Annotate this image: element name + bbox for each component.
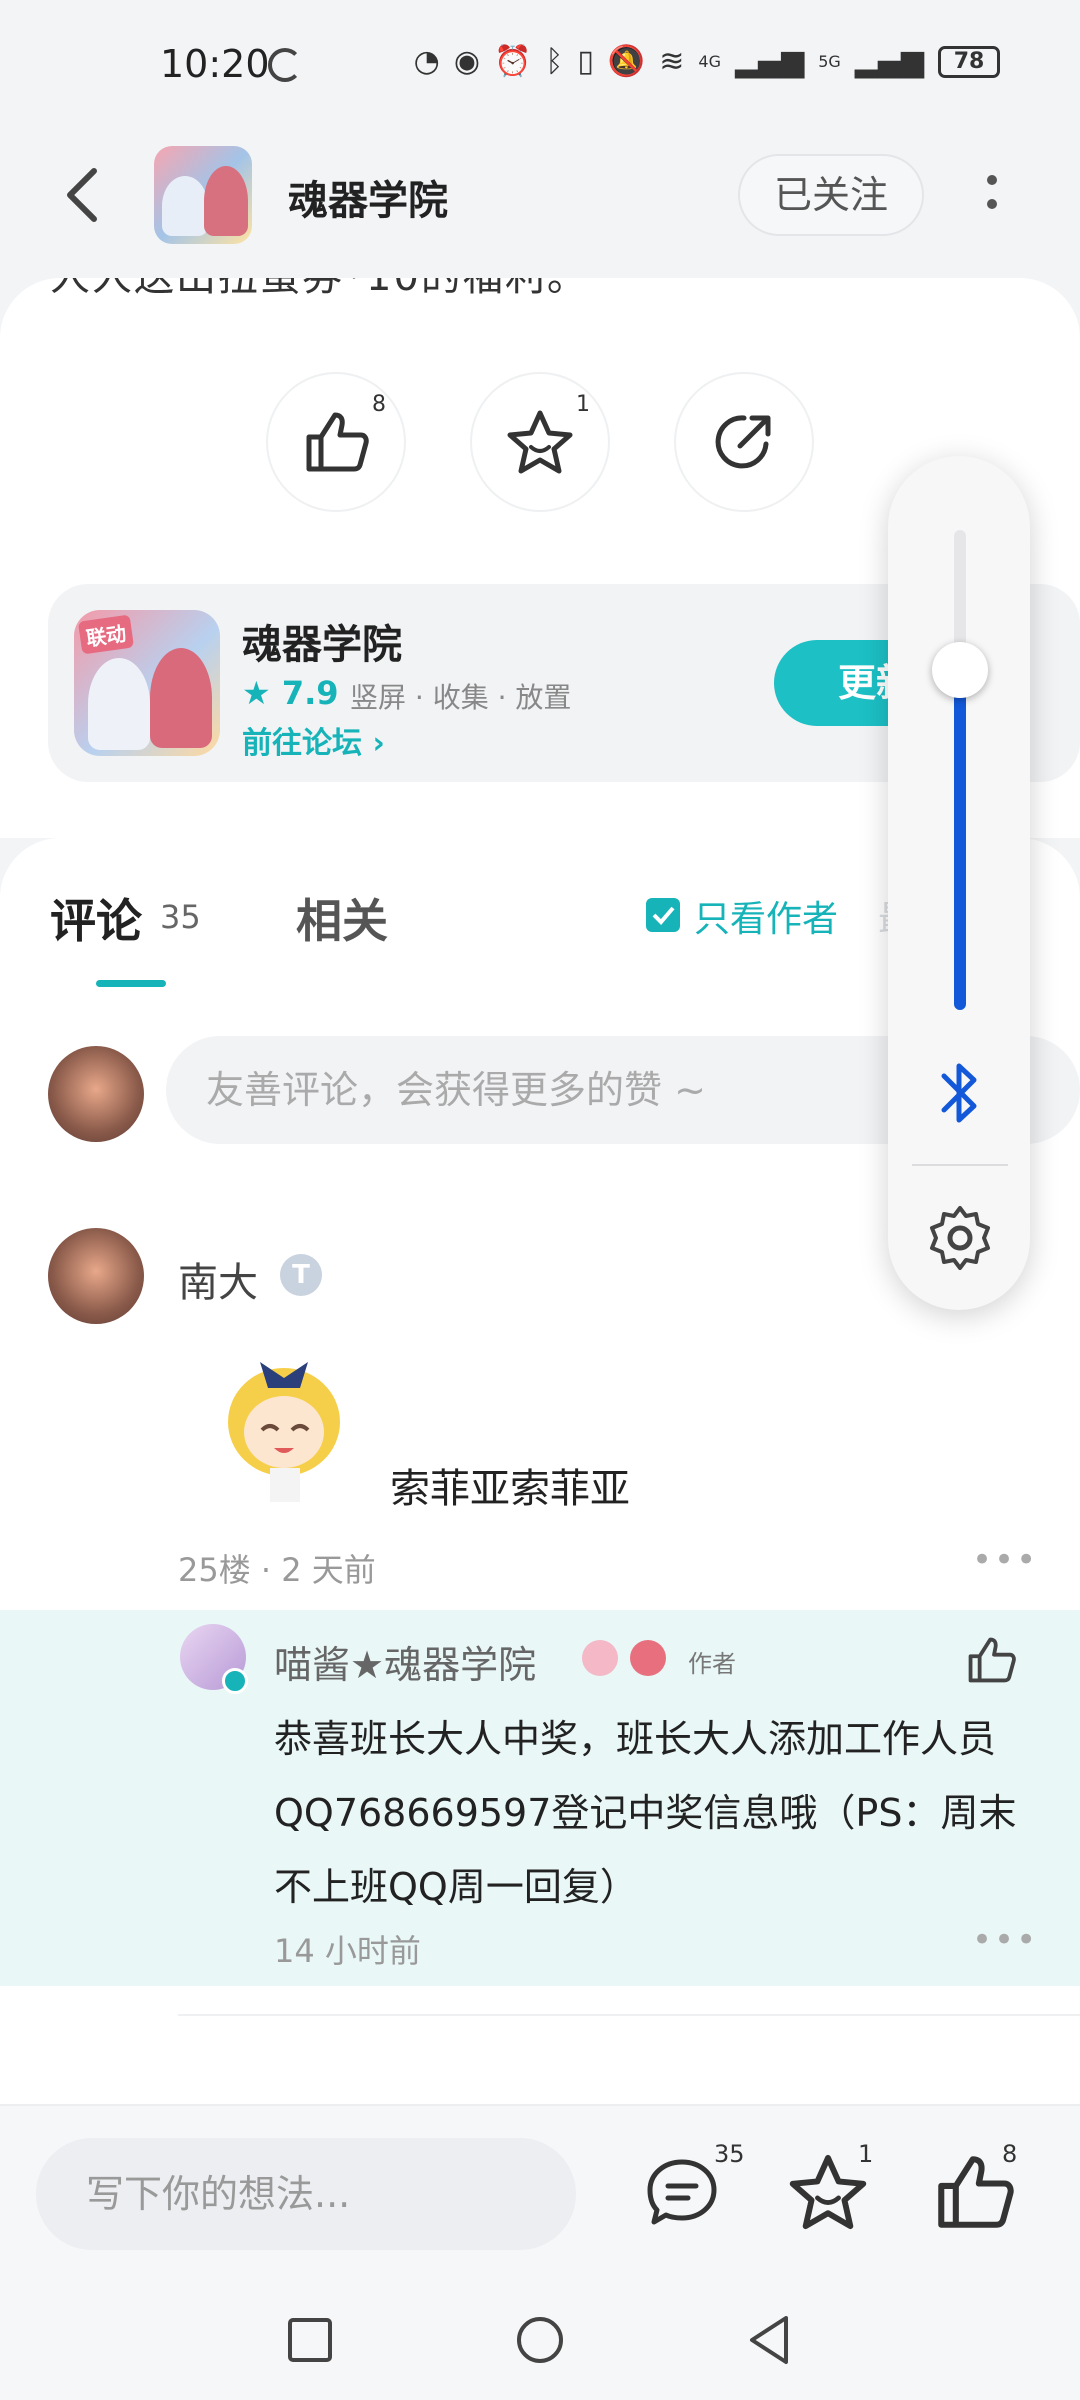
- reply-more-icon[interactable]: •••: [972, 1920, 1038, 1960]
- write-input[interactable]: 写下你的想法...: [36, 2138, 576, 2250]
- network-4g-label: 4G: [698, 52, 721, 71]
- home-icon[interactable]: [510, 2310, 570, 2370]
- like-count: 8: [372, 392, 386, 417]
- tab-comments[interactable]: 评论: [50, 885, 142, 951]
- chevron-right-icon: ›: [372, 726, 385, 761]
- comment-author[interactable]: 南大: [178, 1250, 258, 1308]
- comment-avatar[interactable]: [48, 1228, 144, 1324]
- star-icon: [507, 410, 573, 474]
- rabbit-badge-icon: [582, 1640, 618, 1676]
- sync-icon: [268, 48, 302, 82]
- comment-meta: 25楼 · 2 天前: [178, 1551, 376, 1589]
- bluetooth-icon[interactable]: [934, 1058, 984, 1128]
- header-title: 魂器学院: [288, 178, 448, 224]
- mute-icon: 🔕: [607, 44, 646, 79]
- tab-comments-count: 35: [160, 898, 201, 936]
- vibrate-icon: ▯: [577, 44, 594, 79]
- game-tags: 竖屏 · 收集 · 放置: [350, 681, 572, 714]
- status-icons: ◔ ◉ ⏰ ᛒ ▯ 🔕 ≋ 4G ▂▄▆ 5G ▂▄▆ 78: [414, 44, 1000, 79]
- recent-apps-icon[interactable]: [280, 2310, 340, 2370]
- user-badge: T: [280, 1254, 322, 1296]
- sticker-image: [228, 1362, 340, 1502]
- bottom-like-count: 8: [1002, 2140, 1018, 2168]
- reply-meta: 14 小时前: [274, 1932, 421, 1970]
- battery-icon: 78: [938, 45, 1000, 78]
- game-rating: ★ 7.9: [242, 674, 339, 712]
- author-tag: 作者: [688, 1650, 736, 1678]
- thumbs-up-icon: [306, 412, 369, 472]
- author-only-checkbox[interactable]: [646, 898, 680, 932]
- reply-like-icon[interactable]: [966, 1636, 1016, 1684]
- check-icon: [652, 906, 675, 925]
- share-icon: [715, 415, 771, 469]
- bluetooth-status-icon: ᛒ: [545, 44, 564, 79]
- app-avatar[interactable]: [154, 146, 252, 244]
- signal-icon: ▂▄▆: [734, 44, 805, 79]
- favorite-count: 1: [576, 392, 590, 417]
- alarm-icon: ⏰: [494, 44, 532, 79]
- comment-icon[interactable]: [642, 2152, 722, 2232]
- divider: [178, 2014, 1080, 2016]
- status-time: 10:20: [160, 42, 270, 86]
- settings-gear-icon[interactable]: [926, 1204, 994, 1272]
- favorite-button[interactable]: 1: [470, 372, 610, 512]
- tab-related[interactable]: 相关: [296, 885, 388, 951]
- tab-active-indicator: [96, 980, 166, 987]
- follow-button[interactable]: 已关注: [738, 154, 924, 236]
- more-vertical-icon[interactable]: [980, 170, 1004, 220]
- comment-text: 索菲亚索菲亚: [390, 1466, 630, 1512]
- bottom-favorite-count: 1: [858, 2140, 874, 2168]
- volume-slider-thumb[interactable]: [932, 642, 988, 698]
- signal-icon-2: ▂▄▆: [854, 44, 924, 79]
- bottom-star-icon[interactable]: [788, 2152, 868, 2232]
- back-nav-icon[interactable]: [740, 2310, 800, 2370]
- status-bar: 10:20 ◔ ◉ ⏰ ᛒ ▯ 🔕 ≋ 4G ▂▄▆ 5G ▂▄▆ 78: [0, 0, 1080, 130]
- volume-slider-fill: [954, 672, 966, 1010]
- share-button[interactable]: [674, 372, 814, 512]
- level-badge-icon: [630, 1640, 666, 1676]
- reply-text: 恭喜班长大人中奖，班长大人添加工作人员QQ768669597登记中奖信息哦（PS…: [274, 1717, 1017, 1909]
- like-button[interactable]: 8: [266, 372, 406, 512]
- eye-icon: ◉: [453, 44, 481, 79]
- back-arrow-icon[interactable]: [58, 165, 108, 225]
- bottom-comment-count: 35: [714, 2140, 745, 2168]
- game-name: 魂器学院: [242, 622, 402, 668]
- speed-icon: ◔: [413, 44, 440, 79]
- reply-author[interactable]: 喵酱★魂器学院: [274, 1634, 536, 1689]
- comment-more-icon[interactable]: •••: [972, 1540, 1038, 1580]
- post-text-fragment: 人人送出扭蛋券*10的福利。: [50, 278, 589, 302]
- rating-star-icon: ★: [242, 674, 271, 712]
- author-only-label[interactable]: 只看作者: [694, 890, 838, 942]
- forum-link-label: 前往论坛: [242, 726, 362, 761]
- game-icon: 联动: [74, 610, 220, 756]
- wifi-icon: ≋: [659, 44, 685, 79]
- volume-panel-divider: [912, 1164, 1008, 1166]
- network-5g-label: 5G: [818, 52, 841, 71]
- verified-icon: [222, 1668, 248, 1694]
- forum-link[interactable]: 前往论坛 ›: [242, 718, 385, 762]
- my-avatar: [48, 1046, 144, 1142]
- rating-value: 7.9: [281, 674, 339, 712]
